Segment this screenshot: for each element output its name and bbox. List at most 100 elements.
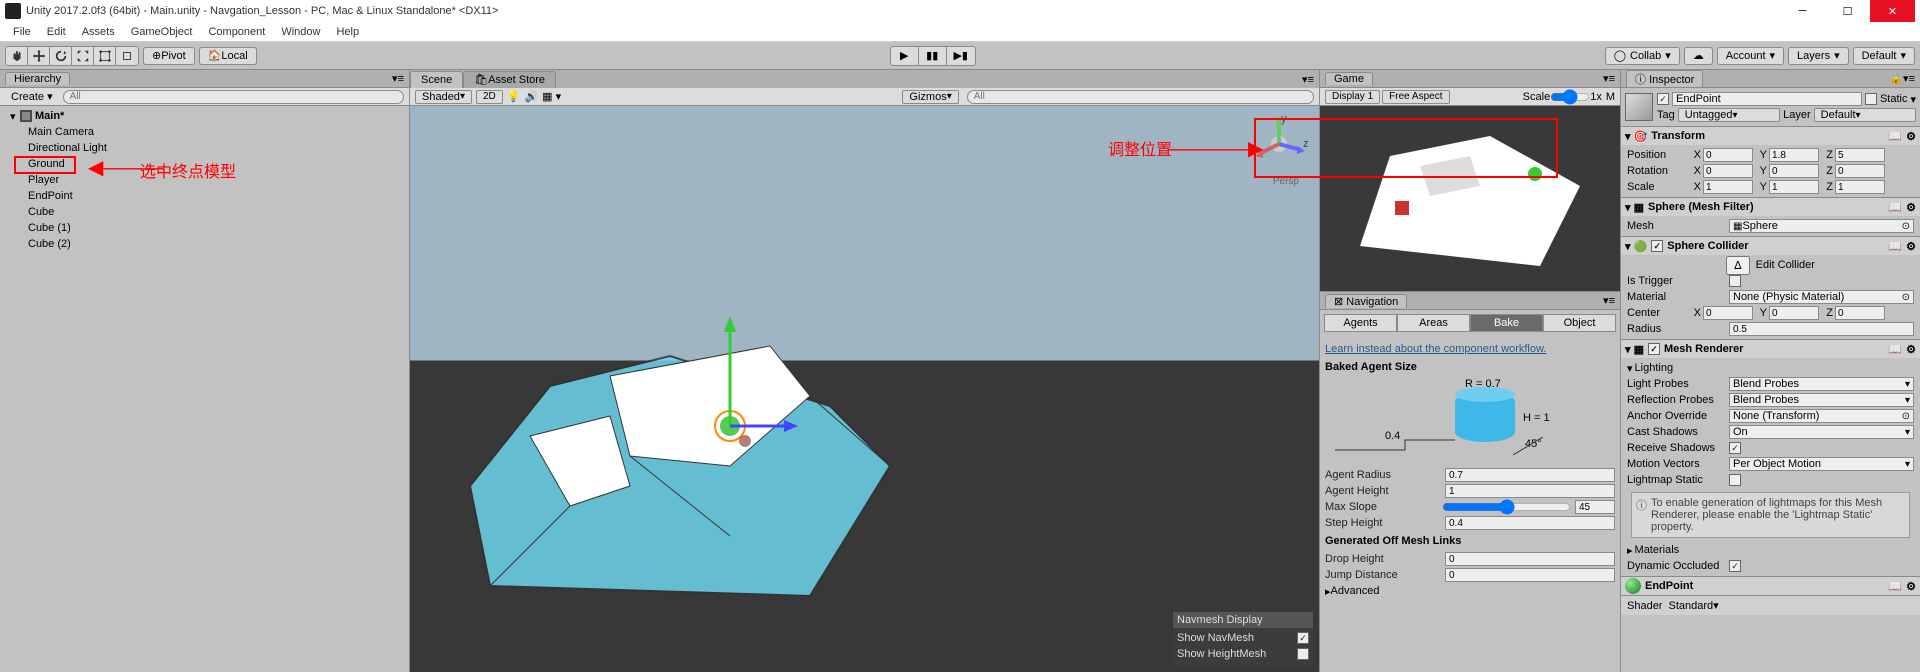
hierarchy-item[interactable]: Cube [0,204,409,220]
help-icon[interactable]: 📖 [1888,130,1902,143]
create-dropdown[interactable]: Create ▾ [5,90,59,103]
panel-menu-icon[interactable]: ▾≡ [392,72,404,85]
materials-foldout[interactable]: ▸ Materials [1627,542,1914,558]
menu-assets[interactable]: Assets [74,26,123,38]
shaded-dropdown[interactable]: Shaded ▾ [415,90,472,104]
shader-dropdown[interactable]: Standard▾ [1668,599,1914,612]
hierarchy-item-selected[interactable]: EndPoint [0,188,409,204]
account-dropdown[interactable]: Account ▾ [1717,47,1784,65]
minimize-button[interactable]: ─ [1780,0,1825,22]
pos-z-input[interactable] [1835,148,1885,162]
radius-input[interactable] [1729,322,1914,336]
menu-component[interactable]: Component [200,26,273,38]
layout-dropdown[interactable]: Default ▾ [1853,47,1915,65]
transform-gizmo-icon[interactable] [700,306,800,456]
2d-toggle[interactable]: 2D [476,90,503,104]
nav-tab-areas[interactable]: Areas [1397,314,1470,332]
agent-height-input[interactable] [1445,484,1615,498]
lighting-foldout[interactable]: ▾ Lighting [1627,360,1914,376]
scale-tool-button[interactable] [72,47,94,65]
play-button[interactable]: ▶ [891,47,919,65]
gear-icon[interactable]: ⚙ [1906,130,1916,143]
close-button[interactable]: ✕ [1870,0,1915,22]
agent-radius-input[interactable] [1445,468,1615,482]
game-tab[interactable]: Game [1325,72,1373,85]
menu-help[interactable]: Help [328,26,367,38]
fx-icon[interactable]: ▦ ▾ [542,90,561,103]
collab-dropdown[interactable]: ◯ Collab ▾ [1605,47,1680,65]
assetstore-tab[interactable]: 🛍 Asset Store [463,71,556,88]
gizmos-dropdown[interactable]: Gizmos ▾ [902,90,958,104]
pos-x-input[interactable] [1703,148,1753,162]
refl-probes-dropdown[interactable]: Blend Probes▾ [1729,393,1914,407]
center-y-input[interactable] [1769,306,1819,320]
gear-icon[interactable]: ⚙ [1906,201,1916,214]
meshfilter-header[interactable]: ▾ ▦ Sphere (Mesh Filter)📖 ⚙ [1621,198,1920,216]
max-slope-slider[interactable] [1442,499,1571,515]
layers-dropdown[interactable]: Layers ▾ [1788,47,1849,65]
rect-tool-button[interactable] [94,47,116,65]
scale-x-input[interactable] [1703,180,1753,194]
help-icon[interactable]: 📖 [1888,201,1902,214]
edit-collider-button[interactable]: ᐃ [1726,256,1750,275]
local-button[interactable]: 🏠 Local [199,47,257,65]
static-checkbox[interactable] [1865,93,1877,105]
scene-tab[interactable]: Scene [410,71,463,88]
scale-slider[interactable] [1550,89,1590,105]
nav-tab-bake[interactable]: Bake [1470,314,1543,332]
hierarchy-search-input[interactable] [63,90,404,104]
gear-icon[interactable]: ⚙ [1906,343,1916,356]
help-icon[interactable]: 📖 [1888,240,1902,253]
pos-y-input[interactable] [1769,148,1819,162]
jump-distance-input[interactable] [1445,568,1615,582]
tag-dropdown[interactable]: Untagged ▾ [1678,108,1780,122]
transform-header[interactable]: ▾ 🎯 Transform📖 ⚙ [1621,127,1920,145]
light-probes-dropdown[interactable]: Blend Probes▾ [1729,377,1914,391]
display-dropdown[interactable]: Display 1 [1325,90,1380,104]
maximize-button[interactable]: ☐ [1825,0,1870,22]
center-z-input[interactable] [1835,306,1885,320]
nav-tab-agents[interactable]: Agents [1324,314,1397,332]
lock-icon[interactable]: 🔒 [1889,72,1903,85]
anchor-field[interactable]: None (Transform)⊙ [1729,409,1914,423]
panel-menu-icon[interactable]: ▾≡ [1903,72,1915,85]
renderer-enabled-checkbox[interactable] [1648,343,1660,355]
renderer-header[interactable]: ▾ ▦ Mesh Renderer📖 ⚙ [1621,340,1920,358]
max-slope-input[interactable] [1575,500,1615,514]
navigation-tab[interactable]: ⊠ Navigation [1325,294,1407,308]
nav-workflow-link[interactable]: Learn instead about the component workfl… [1325,341,1615,357]
motion-vectors-dropdown[interactable]: Per Object Motion▾ [1729,457,1914,471]
aspect-dropdown[interactable]: Free Aspect [1382,90,1449,104]
center-x-input[interactable] [1703,306,1753,320]
drop-height-input[interactable] [1445,552,1615,566]
help-icon[interactable]: 📖 [1888,580,1902,593]
menu-edit[interactable]: Edit [39,26,74,38]
move-tool-button[interactable] [28,47,50,65]
gameobject-icon[interactable] [1625,93,1653,121]
hierarchy-item[interactable]: Cube (2) [0,236,409,252]
hierarchy-item[interactable]: Directional Light [0,140,409,156]
cloud-button[interactable]: ☁ [1684,47,1713,65]
is-trigger-checkbox[interactable] [1729,275,1741,287]
cast-shadows-dropdown[interactable]: On▾ [1729,425,1914,439]
dynamic-occluded-checkbox[interactable] [1729,560,1741,572]
nav-tab-object[interactable]: Object [1543,314,1616,332]
pivot-button[interactable]: ⊕ Pivot [143,47,195,65]
menu-gameobject[interactable]: GameObject [123,26,201,38]
menu-file[interactable]: File [5,26,39,38]
scene-root[interactable]: ▾Main* [0,108,409,124]
mesh-field[interactable]: ▦ Sphere⊙ [1729,219,1914,233]
pause-button[interactable]: ▮▮ [919,47,947,65]
physic-material-field[interactable]: None (Physic Material)⊙ [1729,290,1914,304]
advanced-foldout[interactable]: ▸ Advanced [1325,583,1615,599]
panel-menu-icon[interactable]: ▾≡ [1297,73,1319,86]
active-checkbox[interactable] [1657,93,1669,105]
game-view[interactable] [1320,106,1620,291]
step-button[interactable]: ▶▮ [947,47,975,65]
inspector-tab[interactable]: ⓘ Inspector [1626,70,1703,87]
collider-enabled-checkbox[interactable] [1651,240,1663,252]
hierarchy-item[interactable]: Main Camera [0,124,409,140]
collider-header[interactable]: ▾ 🟢 Sphere Collider📖 ⚙ [1621,237,1920,255]
scene-search-input[interactable] [967,90,1314,104]
gameobject-name-input[interactable] [1672,92,1862,106]
